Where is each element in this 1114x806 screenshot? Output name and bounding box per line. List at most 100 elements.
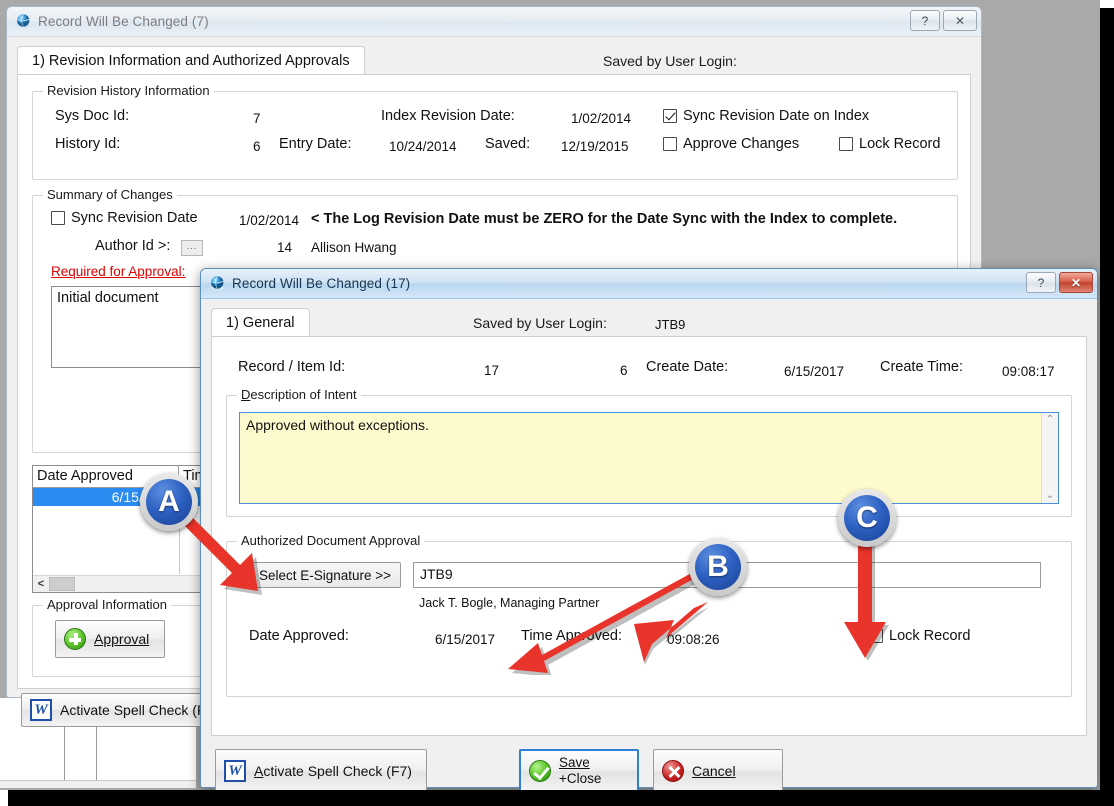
sync-revision-date-checkbox[interactable]: Sync Revision Date bbox=[51, 210, 198, 226]
close-button[interactable]: ✕ bbox=[1059, 272, 1093, 293]
back-window-title: Record Will Be Changed (7) bbox=[38, 14, 209, 29]
lock-record-label-back: Lock Record bbox=[859, 136, 940, 152]
entry-date-label: Entry Date: bbox=[279, 136, 352, 152]
green-plus-icon bbox=[64, 628, 86, 650]
description-of-intent-legend-accel: D bbox=[241, 387, 250, 402]
item-id-value: 6 bbox=[620, 363, 628, 378]
saved-by-user-login-value-front: JTB9 bbox=[655, 317, 685, 332]
record-id-value: 17 bbox=[484, 363, 499, 378]
date-approved-value: 6/15/2017 bbox=[435, 632, 495, 647]
description-of-intent-legend-rest: escription of Intent bbox=[250, 387, 356, 402]
callout-badge-a: A bbox=[140, 473, 198, 531]
approval-information-legend: Approval Information bbox=[43, 597, 171, 612]
callout-badge-b: B bbox=[689, 538, 747, 596]
activate-spell-check-button[interactable]: W Activate Spell Check (F7) bbox=[215, 749, 427, 793]
time-approved-label: Time Approved: bbox=[521, 628, 622, 644]
scroll-up-arrow-icon[interactable]: ⌃ bbox=[1046, 415, 1054, 425]
tab-pane-general-front: Record / Item Id: 17 6 Create Date: 6/15… bbox=[211, 336, 1087, 736]
author-id-label: Author Id >: bbox=[95, 238, 170, 254]
description-of-intent-text: Approved without exceptions. bbox=[240, 413, 1041, 503]
description-scrollbar[interactable]: ⌃ ⌄ bbox=[1041, 413, 1058, 503]
author-id-value: 14 bbox=[277, 240, 292, 255]
checkbox-box bbox=[663, 109, 677, 123]
callout-badge-c: C bbox=[838, 489, 896, 547]
select-esignature-button[interactable]: Select E-Signature >> bbox=[249, 562, 401, 588]
lock-record-checkbox-back[interactable]: Lock Record bbox=[839, 136, 940, 152]
front-window-titlebar[interactable]: Record Will Be Changed (17) ? ✕ bbox=[201, 269, 1097, 299]
front-window[interactable]: Record Will Be Changed (17) ? ✕ 1) Gener… bbox=[200, 268, 1098, 788]
saved-by-user-login-label-front: Saved by User Login: bbox=[473, 315, 607, 331]
lock-record-checkbox[interactable]: Lock Record bbox=[869, 628, 970, 644]
capture-shadow-bottom bbox=[8, 790, 1114, 806]
tab-revision-information[interactable]: 1) Revision Information and Authorized A… bbox=[17, 46, 365, 75]
save-close-line1: Save bbox=[559, 755, 590, 770]
checkbox-box bbox=[663, 137, 677, 151]
sync-revision-date-on-index-label: Sync Revision Date on Index bbox=[683, 108, 869, 124]
front-window-body: 1) General Saved by User Login: JTB9 Rec… bbox=[201, 299, 1097, 787]
create-date-label: Create Date: bbox=[646, 359, 728, 375]
help-button[interactable]: ? bbox=[910, 10, 940, 31]
activate-spell-check-button-back[interactable]: W Activate Spell Check (F7) bbox=[21, 693, 207, 727]
esignature-value: JTB9 bbox=[420, 566, 453, 582]
create-time-value: 09:08:17 bbox=[1002, 364, 1055, 379]
saved-by-user-login-label: Saved by User Login: bbox=[603, 53, 737, 69]
activate-spell-check-label: Activate Spell Check (F7) bbox=[254, 763, 412, 779]
callout-badge-c-label: C bbox=[844, 495, 890, 541]
summary-memo-text: Initial document bbox=[57, 290, 159, 306]
globe-icon bbox=[209, 275, 226, 292]
front-window-title-buttons[interactable]: ? ✕ bbox=[1026, 272, 1093, 293]
approve-changes-checkbox[interactable]: Approve Changes bbox=[663, 136, 799, 152]
checkbox-box bbox=[839, 137, 853, 151]
cancel-label: Cancel bbox=[692, 763, 736, 779]
close-button[interactable]: ✕ bbox=[943, 10, 977, 31]
back-window-title-buttons[interactable]: ? ✕ bbox=[910, 10, 977, 31]
select-esignature-label: Select E-Signature >> bbox=[259, 568, 391, 583]
scroll-down-arrow-icon[interactable]: ⌄ bbox=[1046, 491, 1054, 501]
checkbox-box bbox=[869, 629, 883, 643]
scroll-left-arrow-icon[interactable]: < bbox=[33, 578, 49, 590]
author-id-browse-button[interactable]: ... bbox=[181, 240, 203, 256]
time-approved-value: 09:08:26 bbox=[667, 632, 720, 647]
sync-revision-date-on-index-checkbox[interactable]: Sync Revision Date on Index bbox=[663, 108, 869, 124]
date-approved-label: Date Approved: bbox=[249, 628, 349, 644]
create-time-label: Create Time: bbox=[880, 359, 963, 375]
scrollbar-thumb[interactable] bbox=[49, 577, 75, 591]
log-revision-date-warning: < The Log Revision Date must be ZERO for… bbox=[311, 211, 897, 227]
front-window-title: Record Will Be Changed (17) bbox=[232, 276, 410, 291]
summary-of-changes-legend: Summary of Changes bbox=[43, 187, 177, 202]
green-check-icon bbox=[529, 760, 551, 782]
sys-doc-id-value: 7 bbox=[253, 111, 261, 126]
history-id-label: History Id: bbox=[55, 136, 120, 152]
screenshot-root: Record Will Be Changed (7) ? ✕ 1) Revisi… bbox=[0, 0, 1114, 806]
word-icon: W bbox=[30, 699, 52, 721]
entry-date-value: 10/24/2014 bbox=[389, 139, 457, 154]
saved-label: Saved: bbox=[485, 136, 530, 152]
description-of-intent-textarea[interactable]: Approved without exceptions. ⌃ ⌄ bbox=[239, 412, 1059, 504]
revision-history-group: Revision History Information Sys Doc Id:… bbox=[32, 91, 958, 180]
checkbox-box bbox=[51, 211, 65, 225]
activate-spell-check-label-back: Activate Spell Check (F7) bbox=[60, 702, 218, 718]
cancel-button[interactable]: Cancel bbox=[653, 749, 783, 793]
callout-badge-a-label: A bbox=[146, 479, 192, 525]
required-for-approval-label: Required for Approval: bbox=[51, 264, 185, 279]
description-of-intent-group: Description of Intent Approved without e… bbox=[226, 395, 1072, 517]
help-button[interactable]: ? bbox=[1026, 272, 1056, 293]
approval-button-label: Approval bbox=[94, 631, 149, 647]
description-of-intent-legend: Description of Intent bbox=[237, 387, 361, 402]
esignature-subtitle: Jack T. Bogle, Managing Partner bbox=[419, 596, 599, 610]
background-sheet-footer bbox=[0, 780, 196, 788]
save-close-button[interactable]: Save +Close bbox=[519, 749, 639, 793]
word-icon: W bbox=[224, 760, 246, 782]
approval-button[interactable]: Approval bbox=[55, 620, 165, 658]
front-window-tabstrip: 1) General bbox=[211, 307, 1087, 337]
globe-icon bbox=[15, 13, 32, 30]
authorized-document-approval-group: Authorized Document Approval Select E-Si… bbox=[226, 541, 1072, 697]
author-name: Allison Hwang bbox=[311, 240, 397, 255]
history-id-value: 6 bbox=[253, 139, 261, 154]
back-window-titlebar[interactable]: Record Will Be Changed (7) ? ✕ bbox=[7, 7, 981, 37]
saved-value: 12/19/2015 bbox=[561, 139, 629, 154]
tab-general[interactable]: 1) General bbox=[211, 308, 310, 337]
sys-doc-id-label: Sys Doc Id: bbox=[55, 108, 129, 124]
approve-changes-label: Approve Changes bbox=[683, 136, 799, 152]
red-x-icon bbox=[662, 760, 684, 782]
